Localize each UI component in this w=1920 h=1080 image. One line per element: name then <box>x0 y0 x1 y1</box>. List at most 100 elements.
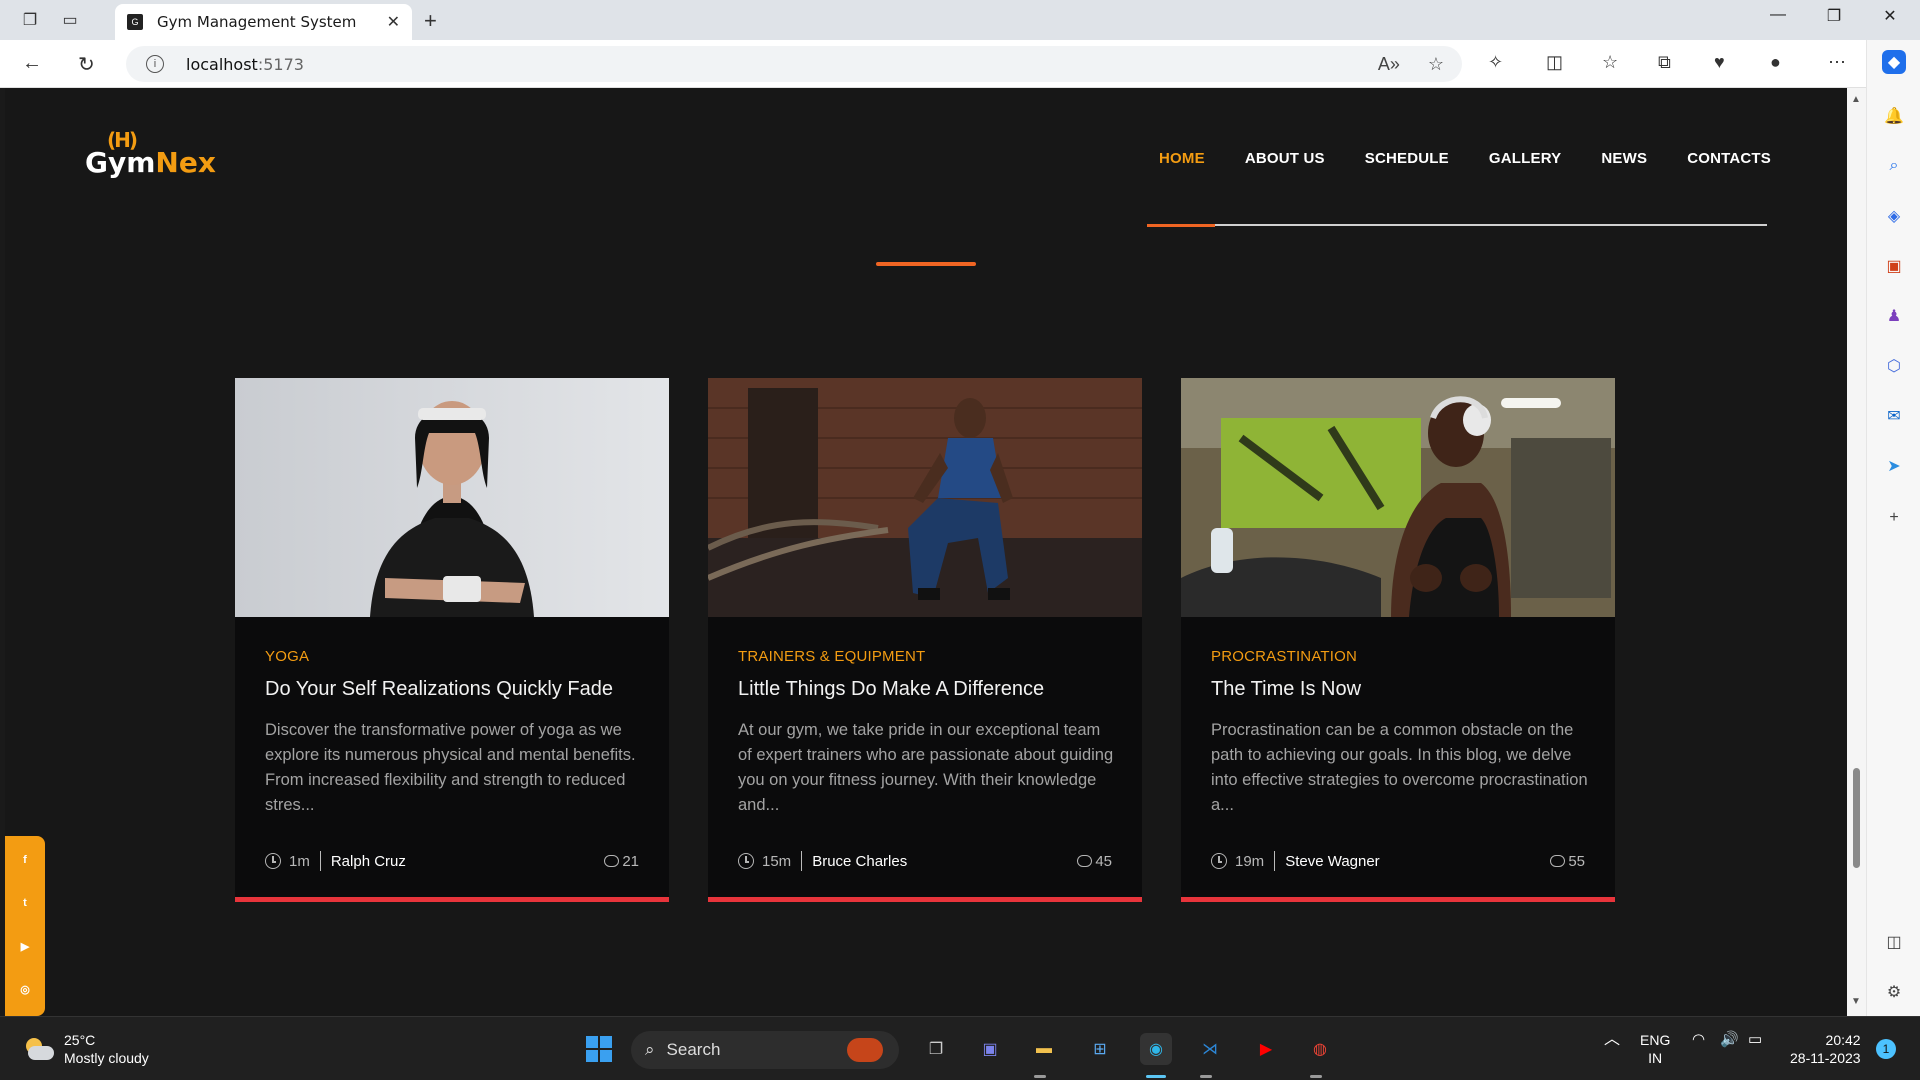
card-title[interactable]: Little Things Do Make A Difference <box>738 678 1118 701</box>
browser-essentials-icon[interactable]: ♥ <box>1714 52 1725 73</box>
card-excerpt: Procrastination can be a common obstacle… <box>1211 721 1588 814</box>
instagram-icon[interactable]: ◎ <box>17 981 33 997</box>
wifi-icon[interactable]: ◠ <box>1692 1031 1705 1049</box>
nav-contacts[interactable]: CONTACTS <box>1687 150 1771 167</box>
search-icon[interactable]: ⌕ <box>1882 154 1906 178</box>
games-icon[interactable]: ♟ <box>1882 304 1906 328</box>
taskbar-search-label: Search <box>666 1040 721 1059</box>
page-viewport: (H) GymNex HOME ABOUT US SCHEDULE GALLER… <box>5 88 1847 1016</box>
youtube-app-icon[interactable]: ▶ <box>1250 1033 1282 1065</box>
card-author[interactable]: Steve Wagner <box>1285 853 1380 870</box>
send-icon[interactable]: ➤ <box>1882 454 1906 478</box>
blog-card[interactable]: PROCRASTINATION The Time Is Now Procrast… <box>1181 378 1615 902</box>
cloudy-weather-icon <box>22 1036 54 1062</box>
nav-about-us[interactable]: ABOUT US <box>1245 150 1325 167</box>
volume-icon[interactable]: 🔊 <box>1720 1031 1739 1049</box>
scroll-thumb[interactable] <box>1853 768 1860 868</box>
blog-card[interactable]: YOGA Do Your Self Realizations Quickly F… <box>235 378 669 902</box>
card-category[interactable]: PROCRASTINATION <box>1211 648 1357 665</box>
tools-briefcase-icon[interactable]: ▣ <box>1882 254 1906 278</box>
teams-chat-icon[interactable]: ▣ <box>974 1033 1006 1065</box>
youtube-icon[interactable]: ▶ <box>17 938 33 954</box>
notifications-bell-icon[interactable]: 🔔 <box>1882 104 1906 128</box>
more-menu-icon[interactable]: ⋯ <box>1828 52 1846 73</box>
favorite-star-icon[interactable]: ☆ <box>1428 54 1444 75</box>
card-author[interactable]: Ralph Cruz <box>331 853 406 870</box>
card-meta: 15m Bruce Charles 45 <box>738 850 1112 872</box>
shopping-tag-icon[interactable]: ◈ <box>1882 204 1906 228</box>
vscode-icon[interactable]: ⋊ <box>1194 1033 1226 1065</box>
nav-news[interactable]: NEWS <box>1601 150 1647 167</box>
show-hidden-icons-chevron[interactable]: ︿ <box>1604 1031 1620 1049</box>
chrome-icon[interactable]: ◍ <box>1304 1033 1336 1065</box>
weather-desc: Mostly cloudy <box>64 1050 149 1066</box>
sidebar-settings-icon[interactable]: ⚙ <box>1882 980 1906 1004</box>
clock-date[interactable]: 20:42 28-11-2023 <box>1790 1031 1861 1067</box>
scroll-down-icon[interactable]: ▼ <box>1851 996 1861 1007</box>
blog-card[interactable]: TRAINERS & EQUIPMENT Little Things Do Ma… <box>708 378 1142 902</box>
profile-avatar-icon[interactable]: ● <box>1770 52 1781 73</box>
outlook-icon[interactable]: ✉ <box>1882 404 1906 428</box>
weather-widget[interactable]: 25°C Mostly cloudy <box>22 1031 149 1067</box>
card-comments[interactable]: 55 <box>1550 853 1585 870</box>
section-divider <box>876 262 976 266</box>
facebook-icon[interactable]: f <box>17 852 33 868</box>
read-aloud-icon[interactable]: A» <box>1378 54 1400 75</box>
new-tab-icon[interactable]: + <box>424 8 437 34</box>
nav-home[interactable]: HOME <box>1159 150 1205 167</box>
site-info-icon[interactable]: i <box>146 55 164 73</box>
card-category[interactable]: YOGA <box>265 648 309 665</box>
twitter-icon[interactable]: t <box>17 895 33 911</box>
split-screen-icon[interactable]: ◫ <box>1546 52 1563 73</box>
card-excerpt: Discover the transformative power of yog… <box>265 721 636 814</box>
edge-browser-icon[interactable]: ◉ <box>1140 1033 1172 1065</box>
card-comments[interactable]: 45 <box>1077 853 1112 870</box>
card-title[interactable]: The Time Is Now <box>1211 678 1591 701</box>
language-indicator[interactable]: ENG IN <box>1640 1031 1670 1067</box>
refresh-icon[interactable]: ↻ <box>78 52 95 77</box>
workspaces-icon[interactable]: ❐ <box>18 8 42 32</box>
chrome-running-indicator <box>1310 1075 1322 1078</box>
task-view-icon[interactable]: ❐ <box>920 1033 952 1065</box>
nav-underline <box>1147 224 1767 227</box>
favorites-icon[interactable]: ☆ <box>1602 52 1618 73</box>
card-time: 15m <box>762 852 792 870</box>
copilot-icon[interactable]: ◆ <box>1882 50 1906 74</box>
comment-icon <box>1550 855 1566 867</box>
logo-gym-text: Gym <box>85 146 156 179</box>
file-explorer-icon[interactable]: ▬ <box>1028 1033 1060 1065</box>
hide-sidebar-icon[interactable]: ◫ <box>1882 930 1906 954</box>
tab-actions-icon[interactable]: ▭ <box>58 8 82 32</box>
card-author[interactable]: Bruce Charles <box>812 853 907 870</box>
collections-icon[interactable]: ⧉ <box>1658 52 1671 73</box>
vscode-running-indicator <box>1200 1075 1212 1078</box>
page-scrollbar[interactable]: ▲ ▼ <box>1847 88 1866 1016</box>
add-sidebar-app-icon[interactable]: + <box>1882 506 1906 530</box>
card-category[interactable]: TRAINERS & EQUIPMENT <box>738 648 925 665</box>
restore-icon[interactable]: ❐ <box>1814 6 1854 26</box>
logo-nex-text: Nex <box>155 146 216 179</box>
url-bar[interactable]: i localhost:5173 A» ☆ <box>126 46 1462 82</box>
nav-gallery[interactable]: GALLERY <box>1489 150 1562 167</box>
browser-tab[interactable]: G Gym Management System ✕ <box>115 4 412 40</box>
card-title[interactable]: Do Your Self Realizations Quickly Fade <box>265 678 645 701</box>
battery-icon[interactable]: ▭ <box>1748 1031 1762 1049</box>
minimize-icon[interactable]: — <box>1758 6 1798 24</box>
card-meta: 1m Ralph Cruz 21 <box>265 850 639 872</box>
url-text: localhost:5173 <box>186 54 304 74</box>
windows-start-icon[interactable] <box>583 1033 615 1065</box>
meta-separator <box>801 851 803 871</box>
extensions-icon[interactable]: ✧ <box>1488 52 1503 73</box>
taskbar-search[interactable]: ⌕ Search <box>631 1031 899 1069</box>
explorer-running-indicator <box>1034 1075 1046 1078</box>
back-icon[interactable]: ← <box>22 52 42 75</box>
scroll-up-icon[interactable]: ▲ <box>1851 94 1861 105</box>
notification-badge[interactable]: 1 <box>1876 1039 1896 1059</box>
microsoft-store-icon[interactable]: ⊞ <box>1084 1033 1116 1065</box>
microsoft365-icon[interactable]: ⬡ <box>1882 354 1906 378</box>
nav-schedule[interactable]: SCHEDULE <box>1365 150 1449 167</box>
window-close-icon[interactable]: ✕ <box>1870 6 1910 26</box>
close-tab-icon[interactable]: ✕ <box>387 12 400 32</box>
weather-temp: 25°C <box>64 1032 96 1048</box>
card-comments[interactable]: 21 <box>604 853 639 870</box>
